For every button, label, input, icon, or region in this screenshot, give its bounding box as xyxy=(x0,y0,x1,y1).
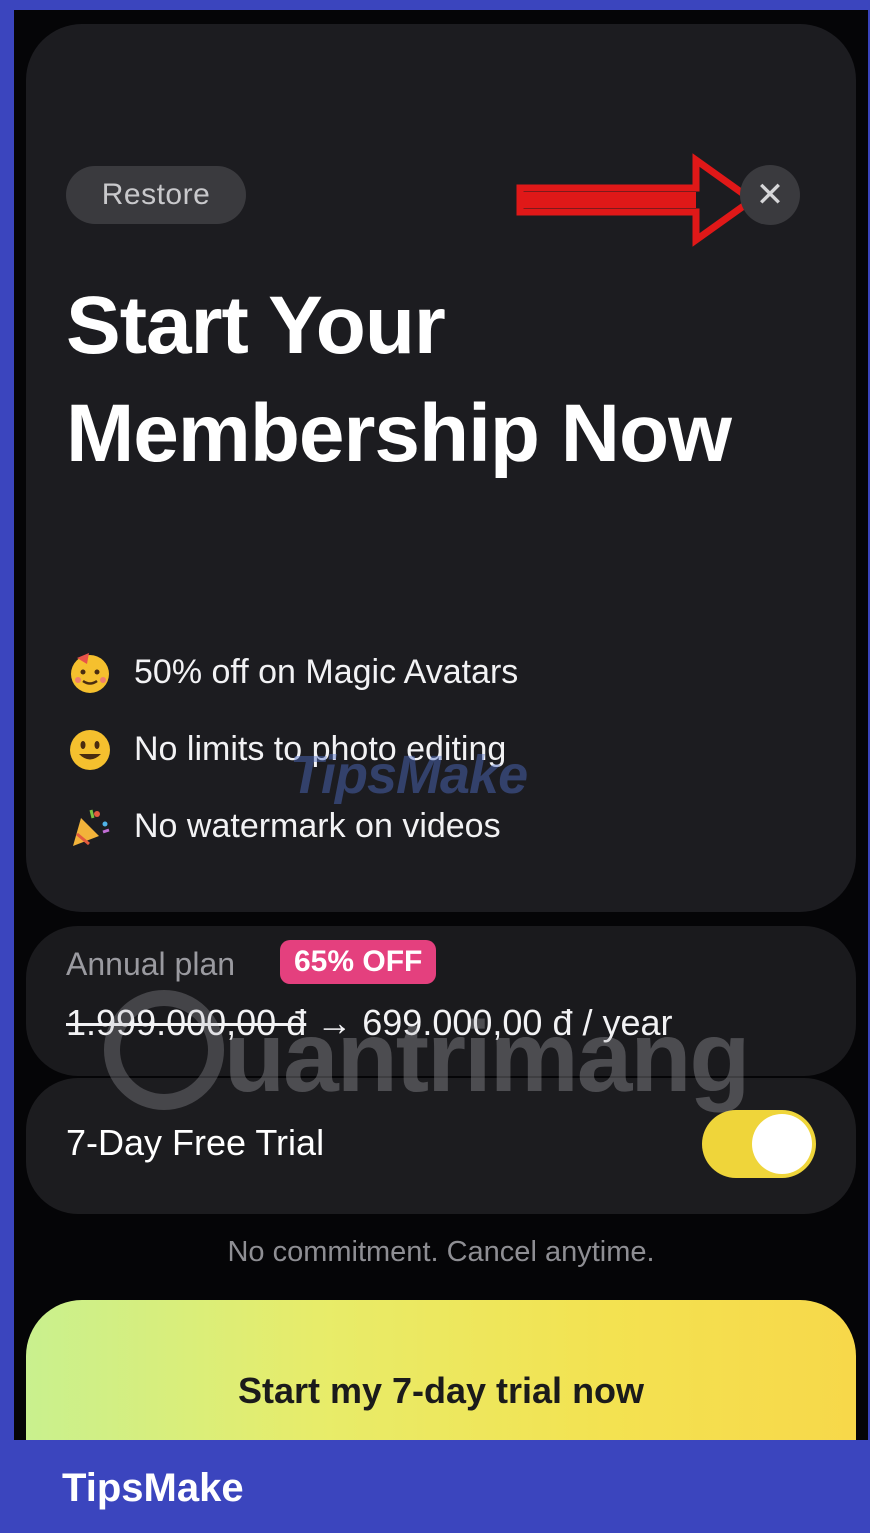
cta-label: Start my 7-day trial now xyxy=(237,1370,645,1411)
restore-button[interactable]: Restore xyxy=(66,166,246,224)
feature-text: No watermark on videos xyxy=(134,807,501,845)
watermark-text: TipsMake xyxy=(290,745,528,805)
close-button[interactable]: ✕ xyxy=(740,165,800,225)
start-trial-button[interactable]: Start my 7-day trial now xyxy=(26,1300,856,1440)
party-popper-emoji-icon xyxy=(66,803,114,851)
trial-label: 7-Day Free Trial xyxy=(66,1122,325,1163)
close-icon: ✕ xyxy=(755,176,785,214)
party-face-emoji-icon xyxy=(66,649,114,697)
feature-text: 50% off on Magic Avatars xyxy=(134,653,519,691)
trial-toggle[interactable] xyxy=(702,1110,816,1178)
footer-brand: TipsMake xyxy=(62,1466,244,1510)
toggle-knob xyxy=(752,1114,812,1174)
smiley-emoji-icon xyxy=(66,726,114,774)
red-arrow-annotation-icon xyxy=(516,153,759,247)
commitment-note: No commitment. Cancel anytime. xyxy=(227,1236,655,1268)
watermark-text: uantrimang xyxy=(224,1001,750,1113)
page-title: Start Your Membership Now xyxy=(66,280,732,479)
plan-label: Annual plan xyxy=(66,946,236,982)
discount-badge: 65% OFF xyxy=(280,940,437,984)
phone-screen: Restore ✕ Start Your Membership Now 50% … xyxy=(14,10,868,1440)
feature-item: 50% off on Magic Avatars xyxy=(66,634,786,711)
